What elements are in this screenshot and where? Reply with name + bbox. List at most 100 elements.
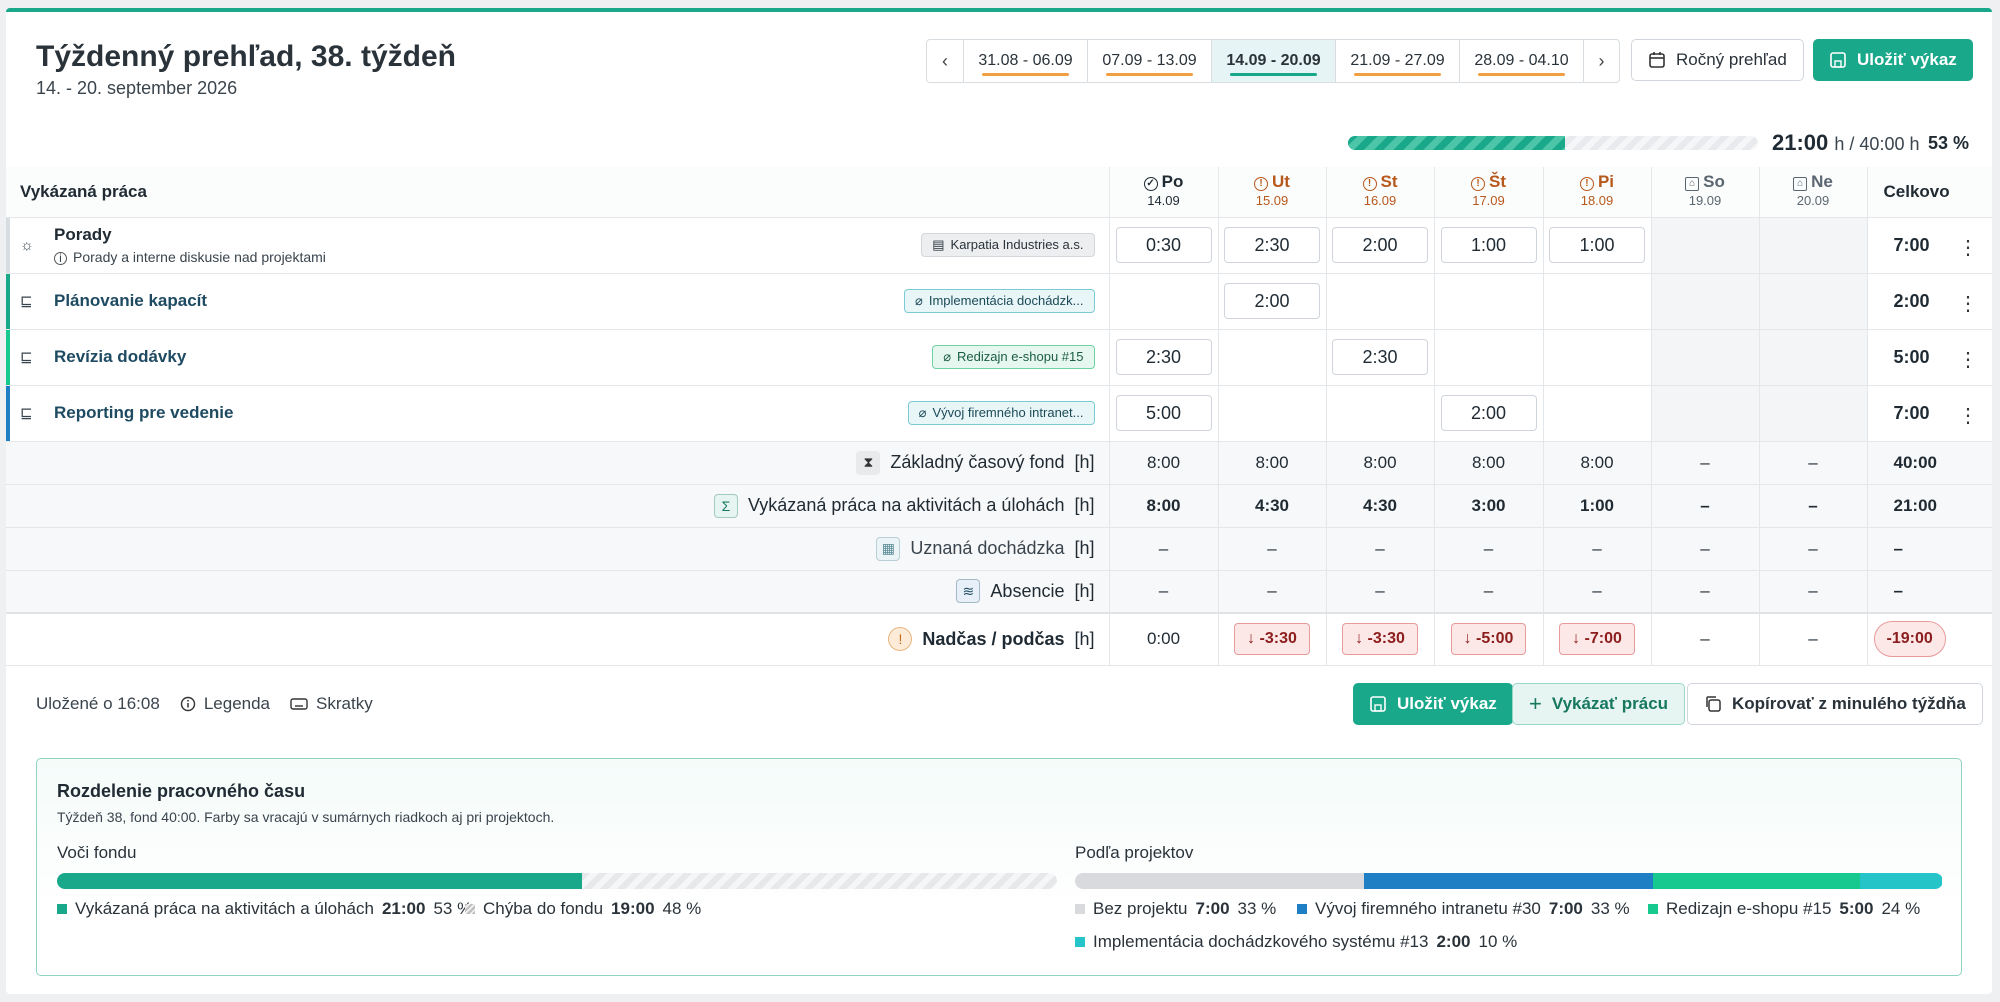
week-status-underline [1106, 73, 1193, 76]
week-tab[interactable]: 07.09 - 13.09 [1087, 40, 1211, 82]
save-report-button[interactable]: Uložiť výkaz [1813, 39, 1973, 81]
arrow-down-icon: ↓ [1572, 630, 1581, 648]
project-tag[interactable]: ⌀ Vývoj firemného intranet... [907, 400, 1095, 425]
hours-cell-empty[interactable] [1542, 273, 1651, 330]
hours-cell: 2:00 [1433, 385, 1543, 442]
summary-value: – [1325, 527, 1434, 571]
copy-icon [1706, 696, 1721, 712]
subtask-icon: ⊑ [20, 349, 33, 366]
hours-input[interactable]: 2:00 [1440, 395, 1537, 431]
week-tab-active[interactable]: 14.09 - 20.09 [1211, 40, 1335, 82]
project-tag[interactable]: ⌀ Redizajn e-shopu #15 [932, 344, 1095, 369]
arrow-down-icon: ↓ [1463, 630, 1472, 648]
hours-cell-empty[interactable] [1542, 385, 1651, 442]
summary-total: 21:00 [1866, 484, 1992, 528]
day-header: ⌂ So 19.09 [1650, 167, 1759, 218]
hours-cell-empty[interactable] [1542, 329, 1651, 386]
overtime-value: 0:00 [1108, 612, 1218, 666]
progress-unit: h / 40:00 h [1834, 134, 1920, 154]
day-date: 14.09 [1147, 193, 1180, 209]
row-total-cell: 7:00 ⋮ [1866, 217, 1992, 274]
week-tab-label: 31.08 - 06.09 [978, 52, 1073, 69]
more-options-icon[interactable]: ⋮ [1958, 291, 1978, 316]
hours-cell: 1:00 [1433, 217, 1543, 274]
hours-input[interactable]: 2:30 [1224, 227, 1320, 263]
hours-input[interactable]: 2:30 [1332, 339, 1428, 375]
more-options-icon[interactable]: ⋮ [1958, 347, 1978, 372]
summary-value: 8:00 [1325, 441, 1434, 485]
row-total-cell: 5:00 ⋮ [1866, 329, 1992, 386]
summary-total: – [1866, 570, 1992, 614]
hours-input[interactable]: 2:00 [1332, 227, 1428, 263]
legend-link[interactable]: Legenda [180, 694, 270, 714]
legend-time: 21:00 [381, 899, 426, 918]
calendar-check-icon: ▦ [876, 536, 901, 561]
log-work-label: Vykázať prácu [1551, 694, 1669, 713]
task-name[interactable]: Reporting pre vedenie [54, 403, 233, 423]
summary-value: 3:00 [1433, 484, 1543, 528]
plus-icon: + [1529, 691, 1542, 716]
fund-bar-segment [57, 873, 582, 889]
arrow-down-icon: ↓ [1355, 630, 1364, 648]
week-tab-label: 14.09 - 20.09 [1226, 52, 1321, 69]
week-progress-fill [1348, 136, 1566, 150]
week-tab-label: 21.09 - 27.09 [1350, 52, 1445, 69]
hours-cell-empty[interactable] [1217, 329, 1326, 386]
more-options-icon[interactable]: ⋮ [1958, 235, 1978, 260]
copy-previous-week-button[interactable]: Kopírovať z minulého týždňa [1687, 683, 1983, 725]
fund-legend-item: Vykázaná práca na aktivitách a úlohách 21… [57, 899, 472, 919]
hours-cell-empty[interactable] [1433, 329, 1543, 386]
alert-circle-icon: ! [1362, 177, 1377, 192]
project-legend-item: Bez projektu 7:00 33 % [1075, 899, 1276, 919]
hours-input[interactable]: 0:30 [1115, 227, 1212, 263]
week-tab[interactable]: 28.09 - 04.10 [1459, 40, 1583, 82]
hours-input[interactable]: 1:00 [1440, 227, 1537, 263]
day-date: 16.09 [1363, 193, 1397, 209]
more-options-icon[interactable]: ⋮ [1958, 403, 1978, 428]
summary-value: – [1650, 570, 1759, 614]
hours-input[interactable]: 2:00 [1224, 283, 1320, 319]
summary-label-cell: Σ Vykázaná práca na aktivitách a úlohách [… [6, 484, 1109, 528]
hours-cell-empty[interactable] [1325, 385, 1434, 442]
hours-cell-empty[interactable] [1217, 385, 1326, 442]
summary-value: – [1758, 527, 1867, 571]
project-tag[interactable]: ⌀ Implementácia dochádzk... [904, 288, 1095, 313]
hours-input[interactable]: 2:30 [1115, 339, 1212, 375]
hours-cell-empty[interactable] [1325, 273, 1434, 330]
project-tag[interactable]: ▤ Karpatia Industries a.s. [921, 232, 1095, 257]
day-name: Ut [1272, 172, 1290, 192]
summary-value: 4:30 [1217, 484, 1326, 528]
hours-cell-empty[interactable] [1758, 329, 1867, 386]
yearly-overview-label: Ročný prehľad [1676, 50, 1787, 69]
next-week-button[interactable]: › [1583, 40, 1619, 82]
task-name[interactable]: Porady [54, 225, 326, 245]
shortcuts-link[interactable]: Skratky [290, 694, 373, 714]
summary-unit: [h] [1074, 538, 1095, 558]
hours-input[interactable]: 5:00 [1115, 395, 1212, 431]
prev-week-button[interactable]: ‹ [927, 40, 963, 82]
week-tab[interactable]: 21.09 - 27.09 [1335, 40, 1459, 82]
task-name[interactable]: Revízia dodávky [54, 347, 186, 367]
hours-input[interactable]: 1:00 [1549, 227, 1645, 263]
yearly-overview-button[interactable]: Ročný prehľad [1631, 39, 1804, 81]
project-bar-segment [1859, 873, 1943, 889]
footer-save-button[interactable]: Uložiť výkaz [1353, 683, 1513, 725]
summary-label: Základný časový fond [890, 452, 1065, 472]
summary-label: Uznaná dochádzka [910, 538, 1065, 558]
hours-cell-empty[interactable] [1433, 273, 1543, 330]
hours-cell-empty[interactable] [1108, 273, 1218, 330]
legend-label: Bez projektu [1093, 899, 1188, 918]
hours-cell-empty[interactable] [1650, 273, 1759, 330]
week-tab[interactable]: 31.08 - 06.09 [963, 40, 1087, 82]
overtime-value: -7:00 [1584, 630, 1622, 648]
summary-value: – [1650, 527, 1759, 571]
hours-cell-empty[interactable] [1650, 329, 1759, 386]
hours-cell-empty[interactable] [1650, 217, 1759, 274]
hours-cell-empty[interactable] [1758, 273, 1867, 330]
task-name[interactable]: Plánovanie kapacít [54, 291, 207, 311]
hours-cell-empty[interactable] [1758, 385, 1867, 442]
summary-label: Vykázaná práca na aktivitách a úlohách [747, 495, 1065, 515]
log-work-button[interactable]: + Vykázať prácu [1512, 683, 1686, 725]
hours-cell-empty[interactable] [1650, 385, 1759, 442]
hours-cell-empty[interactable] [1758, 217, 1867, 274]
